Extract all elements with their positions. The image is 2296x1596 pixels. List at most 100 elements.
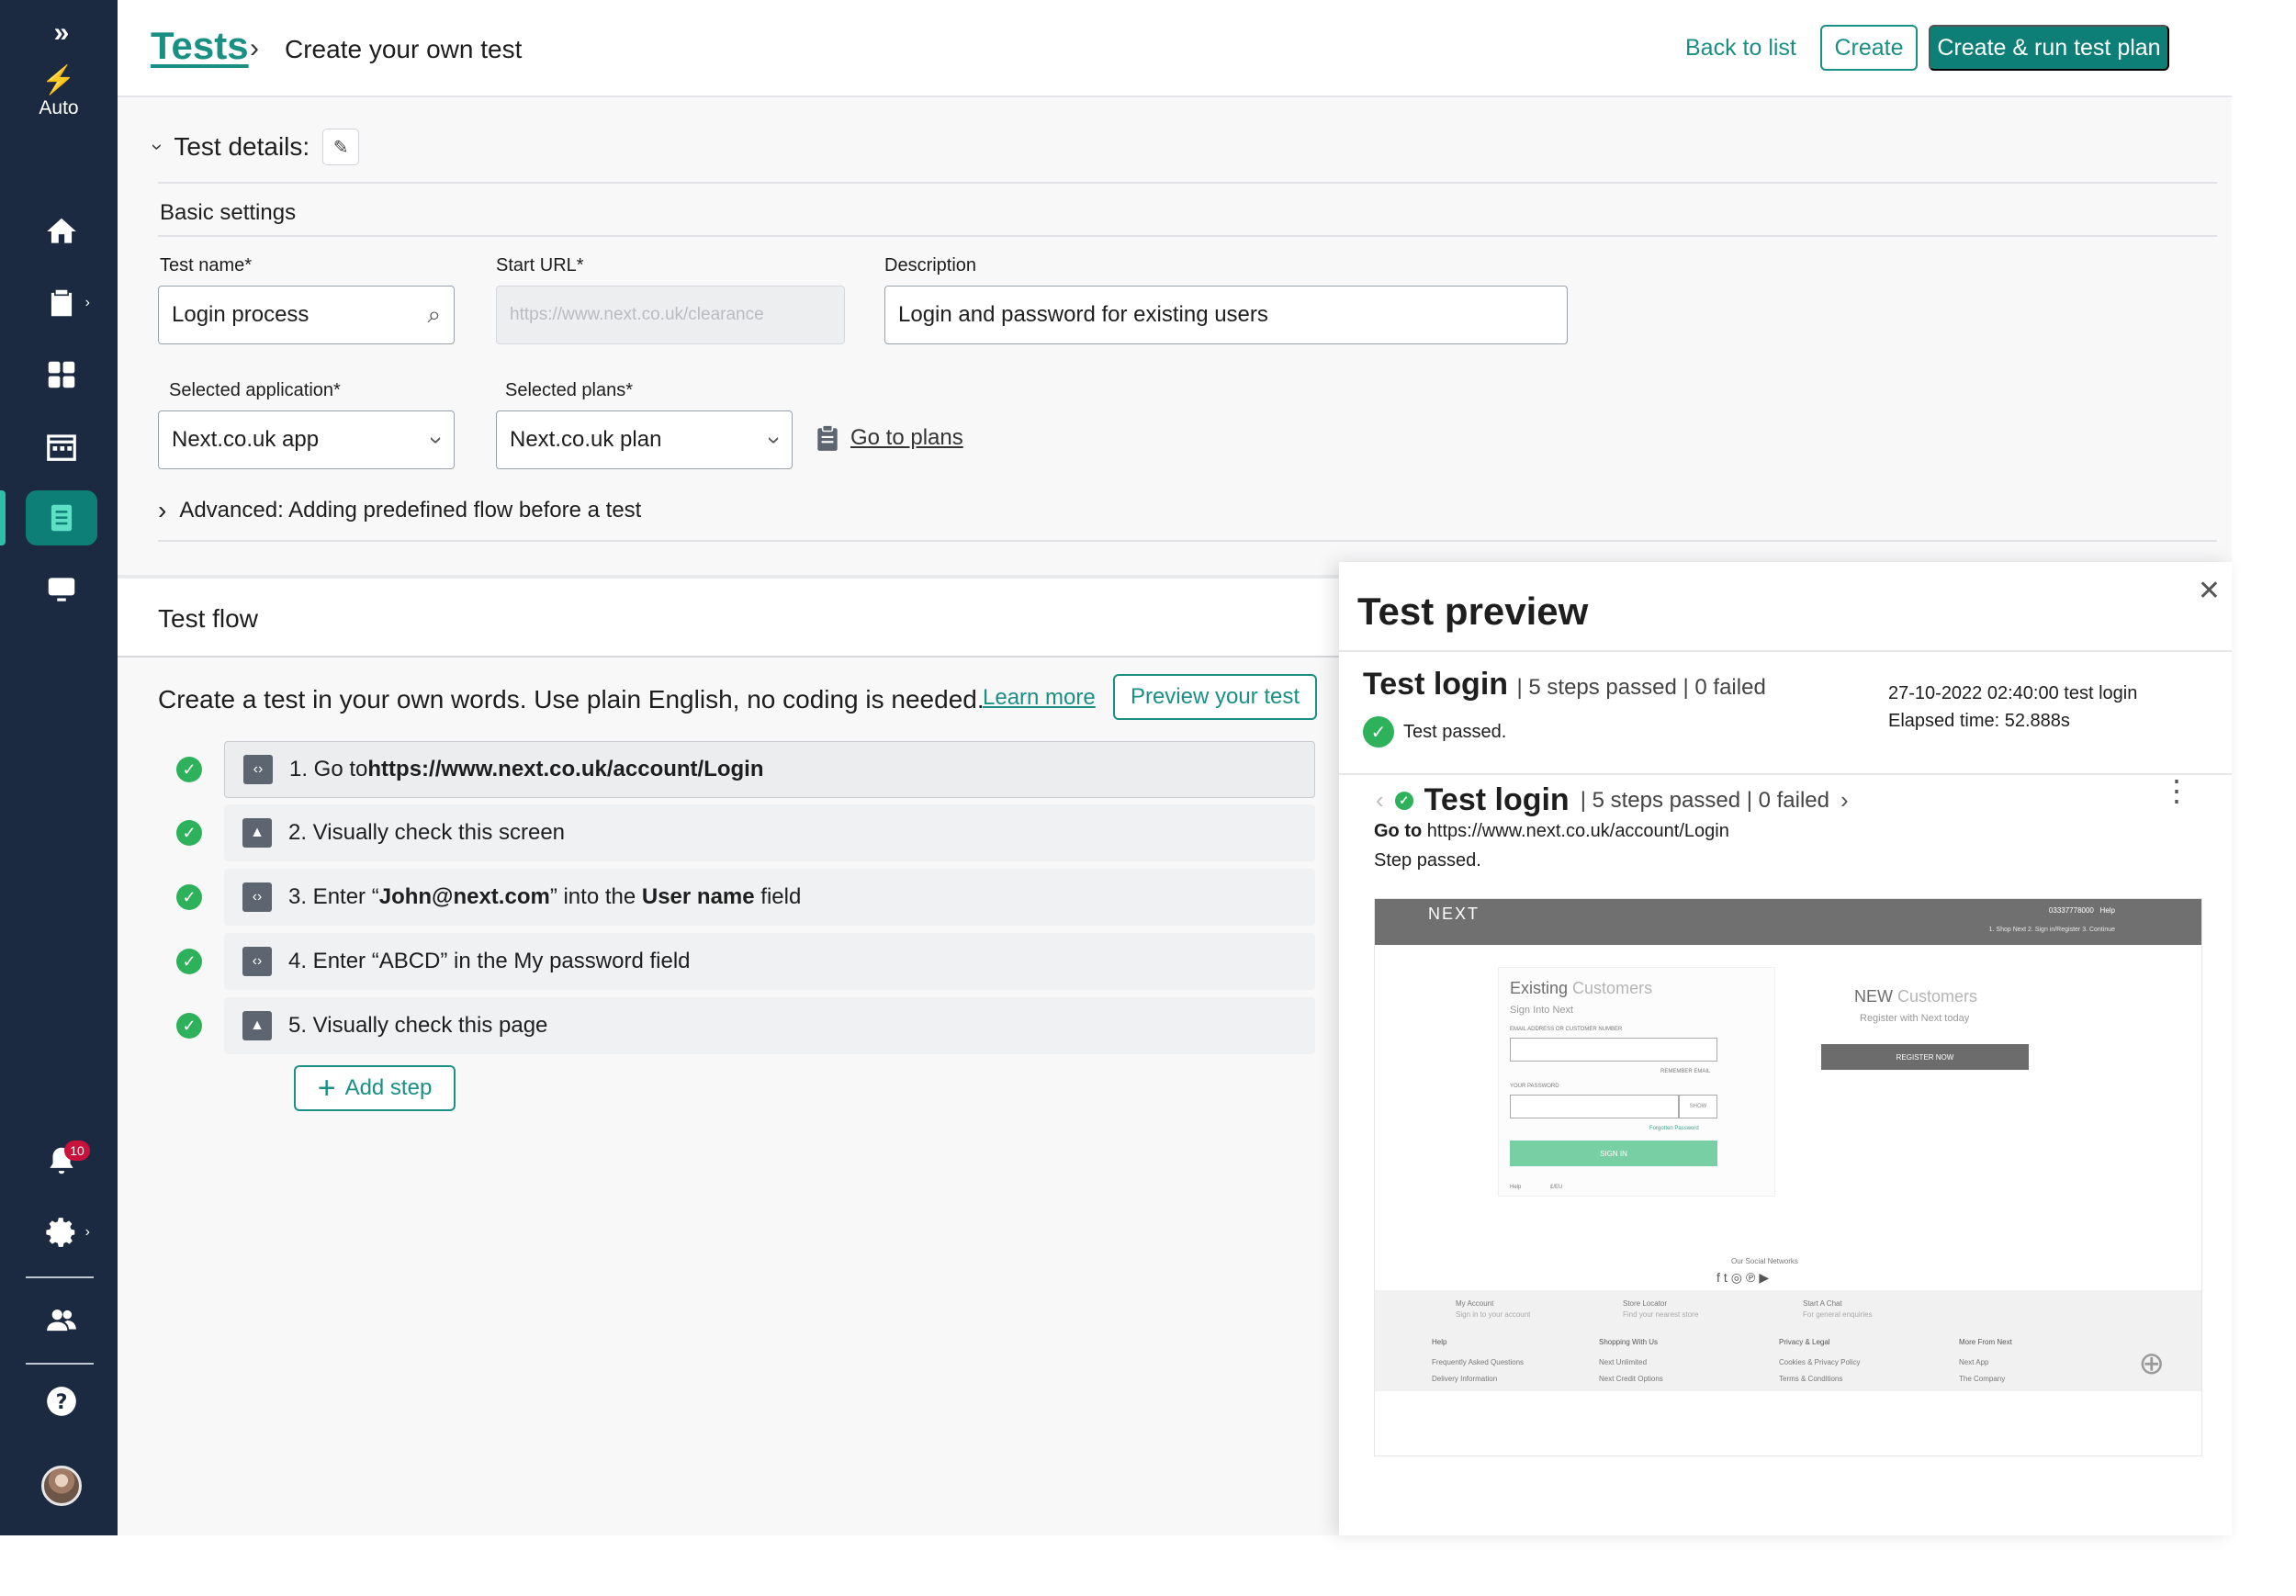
list-item[interactable]: ✓ ▲ 2. Visually check this screen <box>176 804 1315 861</box>
selected-plans-label: Selected plans* <box>505 380 633 400</box>
notification-badge: 10 <box>64 1141 90 1161</box>
image-icon: ▲ <box>242 1011 272 1040</box>
nav-tasks[interactable]: › <box>26 275 97 331</box>
zoom-in-icon[interactable]: ⊕ <box>2139 1345 2166 1382</box>
existing-heading: Existing Customers <box>1510 979 1652 998</box>
edit-details-button[interactable]: ✎ <box>322 129 360 165</box>
user-avatar-button[interactable] <box>26 1458 97 1513</box>
logo-label: Auto <box>39 97 79 118</box>
help-button[interactable]: ? <box>26 1374 97 1429</box>
chevron-right-icon: › <box>250 33 259 63</box>
plans-select[interactable]: Next.co.uk plan › <box>496 410 793 469</box>
step-text: 2. Visually check this screen <box>288 820 566 845</box>
nav-home[interactable] <box>26 204 97 259</box>
list-item[interactable]: ✓ ▲ 5. Visually check this page <box>176 997 1315 1054</box>
new-text: NEW <box>1854 987 1893 1006</box>
more-options-icon[interactable]: ⋮ <box>2162 776 2191 805</box>
avatar <box>41 1466 82 1506</box>
footer-unlimited: Next Unlimited <box>1599 1358 1648 1366</box>
go-to-plans-label: Go to plans <box>850 425 963 450</box>
step-passed-text: Step passed. <box>1374 850 1481 871</box>
list-item[interactable]: ✓ ‹› 1. Go to https://www.next.co.uk/acc… <box>176 741 1315 798</box>
divider <box>158 235 2217 237</box>
users-icon <box>47 1309 76 1332</box>
forgotten-link: Forgotten Password <box>1649 1126 1699 1131</box>
chevron-down-icon: › <box>423 435 452 444</box>
create-run-test-plan-button[interactable]: Create & run test plan <box>1929 25 2169 71</box>
selected-application-label: Selected application* <box>169 380 341 400</box>
footer-terms: Terms & Conditions <box>1779 1375 1843 1383</box>
application-select[interactable]: Next.co.uk app › <box>158 410 455 469</box>
step-navigator: ‹ ✓ Test login | 5 steps passed | 0 fail… <box>1376 782 1849 818</box>
chevron-right-icon: › <box>158 496 167 524</box>
nav-calendar[interactable] <box>26 419 97 474</box>
grid-icon <box>48 361 75 388</box>
chevron-right-icon: › <box>84 1224 90 1240</box>
expand-sidebar-button[interactable]: » <box>26 6 97 61</box>
image-icon: ▲ <box>242 818 272 848</box>
new-heading: NEW Customers <box>1854 987 1977 1006</box>
add-step-button[interactable]: + Add step <box>294 1065 456 1111</box>
instagram-icon: ◎ <box>1730 1270 1746 1285</box>
show-button: SHOW <box>1679 1095 1717 1118</box>
notifications-button[interactable]: 10 <box>26 1133 97 1188</box>
step-row[interactable]: ▲ 5. Visually check this page <box>224 997 1315 1054</box>
divider <box>1339 773 2232 775</box>
check-circle-icon: ✓ <box>176 757 202 782</box>
advanced-toggle[interactable]: › Advanced: Adding predefined flow befor… <box>158 496 641 525</box>
step-row[interactable]: ‹› 3. Enter “ John@next.com ” into the U… <box>224 869 1315 926</box>
check-circle-icon: ✓ <box>176 820 202 846</box>
test-status: ✓ Test passed. <box>1363 716 1506 747</box>
nav-tests[interactable] <box>26 490 97 545</box>
list-item[interactable]: ✓ ‹› 4. Enter “ABCD” in the My password … <box>176 933 1315 990</box>
step-url: https://www.next.co.uk/account/Login <box>367 757 764 781</box>
step-text-pre: 3. Enter “ <box>288 884 379 909</box>
breadcrumb-tests-link[interactable]: Tests <box>151 24 249 68</box>
start-chat-sub: For general enquiries <box>1803 1310 1873 1319</box>
my-account: My Account <box>1456 1299 1494 1308</box>
step-row[interactable]: ▲ 2. Visually check this screen <box>224 804 1315 861</box>
code-icon: ‹› <box>243 755 273 784</box>
back-to-list-button[interactable]: Back to list <box>1685 35 1796 62</box>
learn-more-link[interactable]: Learn more <box>983 685 1096 711</box>
start-url-label: Start URL* <box>496 255 584 275</box>
test-flow-body: Create a test in your own words. Use pla… <box>118 658 1339 1535</box>
chevron-right-icon[interactable]: › <box>1840 786 1849 815</box>
settings-button[interactable]: › <box>26 1205 97 1260</box>
elapsed-time: Elapsed time: 52.888s <box>1888 711 2070 731</box>
list-item[interactable]: ✓ ‹› 3. Enter “ John@next.com ” into the… <box>176 869 1315 926</box>
help-text: Help <box>2099 906 2115 915</box>
step-row[interactable]: ‹› 1. Go to https://www.next.co.uk/accou… <box>224 741 1315 798</box>
step-screenshot[interactable]: NEXT 03337778000 Help 1. Shop Next 2. Si… <box>1374 898 2202 1456</box>
step-description: Go to https://www.next.co.uk/account/Log… <box>1374 821 1729 842</box>
new-customers-text: Customers <box>1897 987 1978 1006</box>
calendar-icon <box>47 434 76 461</box>
test-name: Test login <box>1363 667 1509 702</box>
step-field-name: User name <box>641 884 755 909</box>
list-document-icon <box>51 504 73 532</box>
test-name-input[interactable]: Login process ⌕ <box>158 286 455 344</box>
test-name-value: Login process <box>172 302 310 327</box>
footer-shopping: Shopping With Us <box>1599 1338 1659 1346</box>
step-row[interactable]: ‹› 4. Enter “ABCD” in the My password fi… <box>224 933 1315 990</box>
basic-settings-heading: Basic settings <box>160 200 297 225</box>
footer-more: More From Next <box>1959 1338 2012 1346</box>
test-details-header[interactable]: › Test details: ✎ <box>147 129 360 165</box>
description-input[interactable]: Login and password for existing users <box>884 286 1568 344</box>
help-small: Help <box>1510 1185 1522 1190</box>
chevron-down-icon[interactable]: › <box>146 143 170 150</box>
nav-users[interactable] <box>26 1293 97 1348</box>
goto-url: https://www.next.co.uk/account/Login <box>1426 821 1729 841</box>
create-button[interactable]: Create <box>1820 25 1918 71</box>
footer-app: Next App <box>1959 1358 1989 1366</box>
chevron-left-icon[interactable]: ‹ <box>1376 786 1384 815</box>
preview-test-button[interactable]: Preview your test <box>1113 674 1317 720</box>
go-to-plans-link[interactable]: Go to plans <box>816 424 963 452</box>
step-text-mid: ” into the <box>549 884 642 909</box>
nav-monitor[interactable] <box>26 562 97 617</box>
app-logo[interactable]: ⚡ Auto <box>0 64 118 119</box>
close-icon[interactable]: ✕ <box>2198 575 2221 607</box>
description-label: Description <box>884 255 977 275</box>
nav-dashboard[interactable] <box>26 347 97 402</box>
check-circle-icon: ✓ <box>1394 791 1413 810</box>
